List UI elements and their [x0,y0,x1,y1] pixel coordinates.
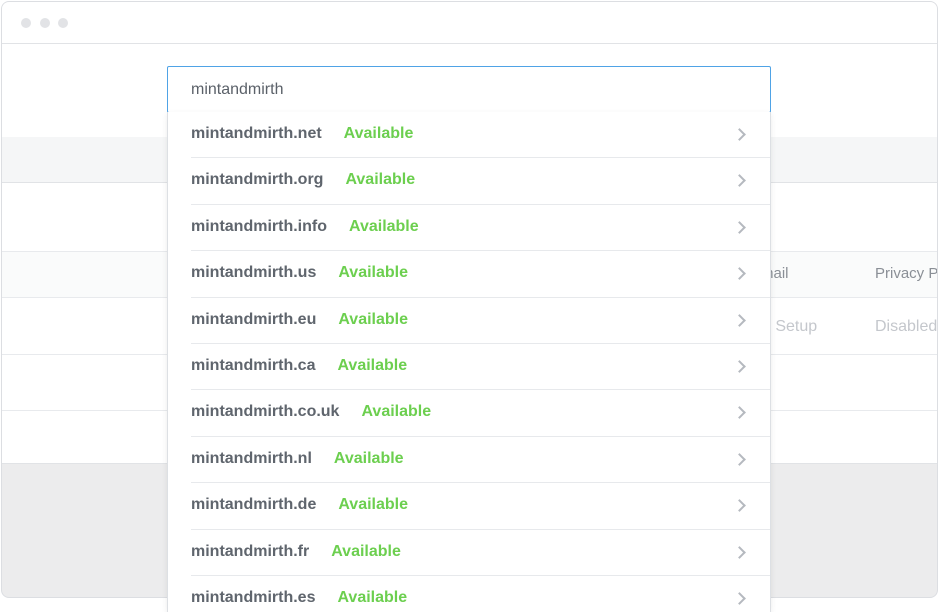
availability-status: Available [338,310,409,328]
availability-status: Available [348,217,419,235]
chevron-right-icon [733,267,746,281]
domain-name: mintandmirth.fr Available [191,542,401,560]
chevron-right-icon [733,452,746,466]
domain-name: mintandmirth.us Available [191,264,409,282]
domain-result-row[interactable]: mintandmirth.de Available [168,483,770,530]
domain-result-row[interactable]: mintandmirth.es Available [168,576,770,612]
domain-result-row[interactable]: mintandmirth.net Available [168,112,770,159]
chevron-right-icon [733,360,746,373]
chevron-right-icon [733,406,746,420]
domain-name: mintandmirth.de Available [191,496,409,514]
chevron-right-icon [733,313,746,327]
window-titlebar [2,2,937,44]
domain-name: mintandmirth.es Available [191,588,408,606]
domain-name: mintandmirth.net Available [191,125,414,142]
availability-status: Available [333,449,404,467]
window-control-dot[interactable] [58,18,68,28]
column-header-privacy: Privacy P [875,265,938,282]
domain-result-row[interactable]: mintandmirth.org Available [168,158,770,206]
domain-result-row[interactable]: mintandmirth.nl Available [168,437,770,484]
domain-result-row[interactable]: mintandmirth.fr Available [168,530,770,577]
domain-name: mintandmirth.org Available [191,171,416,189]
domain-result-row[interactable]: mintandmirth.info Available [168,205,770,252]
domain-suggestions-dropdown: mintandmirth.net Available mintandmirth.o… [167,112,771,612]
chevron-right-icon [733,174,746,188]
window-control-dot[interactable] [21,18,31,28]
domain-name: mintandmirth.nl Available [191,449,404,467]
availability-status: Available [337,588,408,606]
domain-search-input[interactable] [167,66,771,113]
privacy-status-cell: Disabled [875,318,938,335]
availability-status: Available [361,403,432,421]
domain-name: mintandmirth.co.uk Available [191,403,432,421]
chevron-right-icon [733,592,746,605]
domain-name: mintandmirth.ca Available [191,356,408,374]
chevron-right-icon [733,499,746,512]
domain-name: mintandmirth.eu Available [191,310,409,328]
chevron-right-icon [733,128,746,141]
availability-status: Available [338,264,409,282]
availability-status: Available [338,496,409,514]
availability-status: Available [343,125,414,142]
domain-result-row[interactable]: mintandmirth.co.uk Available [168,390,770,438]
window-control-dot[interactable] [40,18,50,28]
domain-result-row[interactable]: mintandmirth.us Available [168,251,770,298]
domain-result-row[interactable]: mintandmirth.ca Available [168,344,770,391]
availability-status: Available [337,356,408,374]
availability-status: Available [345,171,416,189]
chevron-right-icon [733,545,746,559]
chevron-right-icon [733,220,746,234]
availability-status: Available [331,542,401,560]
domain-name: mintandmirth.info Available [191,217,419,235]
domain-result-row[interactable]: mintandmirth.eu Available [168,298,770,345]
